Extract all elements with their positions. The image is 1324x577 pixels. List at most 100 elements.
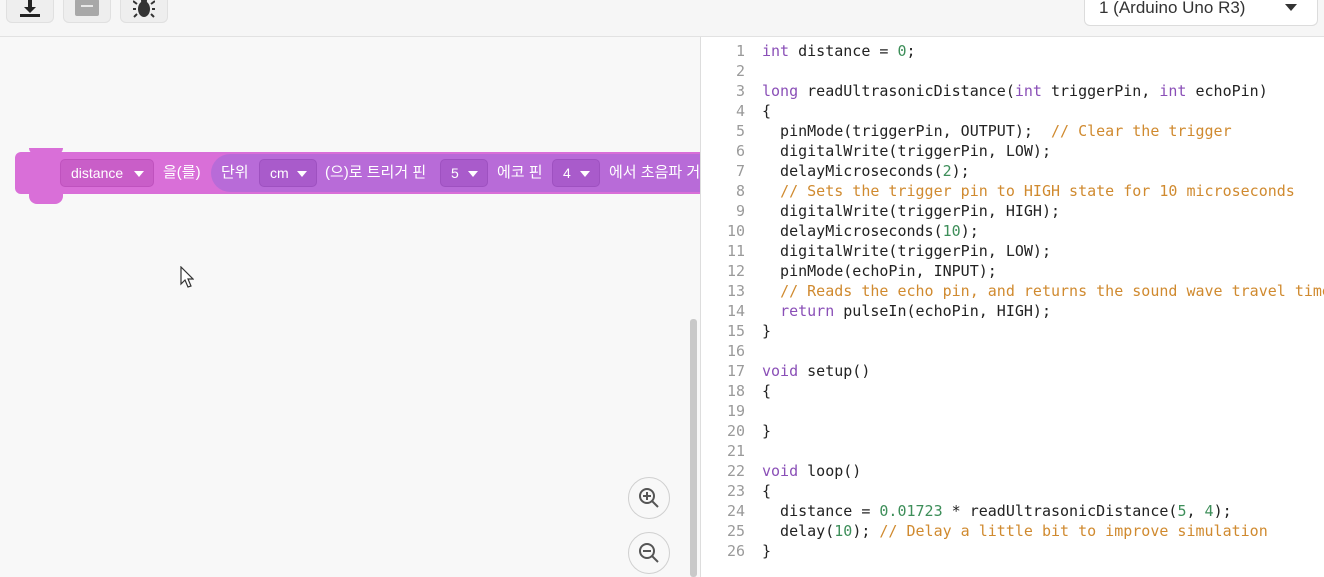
code-line[interactable]: 18 { (701, 381, 1324, 401)
code-line[interactable]: 23 { (701, 481, 1324, 501)
code-text: } (762, 542, 772, 560)
code-line[interactable]: 1 int distance = 0; (701, 41, 1324, 61)
code-line[interactable]: 20} (701, 421, 1324, 441)
code-line[interactable]: 19 (701, 401, 1324, 421)
code-text: pinMode(echoPin, INPUT); (762, 262, 997, 280)
code-line[interactable]: 8 // Sets the trigger pin to HIGH state … (701, 181, 1324, 201)
trigger-pin-value: 5 (451, 165, 459, 181)
code-line[interactable]: 21 (701, 441, 1324, 461)
unit-dropdown[interactable]: cm (259, 159, 317, 187)
zoom-in-icon (639, 488, 659, 508)
code-text: long readUltrasonicDistance(int triggerP… (762, 82, 1268, 100)
blocks-workspace[interactable]: distance 을(를) 단위 cm (으)로 트리거 핀 5 에코 핀 4 … (0, 37, 700, 577)
echo-pin-value: 4 (563, 165, 571, 181)
code-text: } (762, 422, 772, 440)
code-line[interactable]: 11 digitalWrite(triggerPin, LOW); (701, 241, 1324, 261)
code-text: { (762, 382, 772, 400)
debug-bug-icon (133, 0, 155, 18)
code-text: { (762, 482, 772, 500)
line-number: 20 (726, 422, 745, 440)
code-text: digitalWrite(triggerPin, LOW); (762, 242, 1051, 260)
line-number: 3 (735, 82, 745, 100)
dropdown-caret-icon (297, 171, 307, 177)
block-notch-top (29, 148, 63, 154)
code-line[interactable]: 13 // Reads the echo pin, and returns th… (701, 281, 1324, 301)
code-text: distance = 0.01723 * readUltrasonicDista… (762, 502, 1232, 520)
code-line[interactable]: 10 delayMicroseconds(10); (701, 221, 1324, 241)
zoom-out-button[interactable] (628, 532, 670, 574)
device-select-value: 1 (Arduino Uno R3) (1099, 0, 1246, 17)
line-number: 10 (726, 222, 745, 240)
to-label: 을(를) (163, 164, 201, 181)
code-line[interactable]: 2 (701, 61, 1324, 81)
code-text: delayMicroseconds(2); (762, 162, 970, 180)
ultrasonic-distance-block[interactable]: 단위 cm (으)로 트리거 핀 5 에코 핀 4 에서 초음파 거 (211, 154, 700, 192)
chevron-down-icon (1285, 4, 1297, 11)
trigger-pin-dropdown[interactable]: 5 (440, 159, 488, 187)
code-line[interactable]: 15} (701, 321, 1324, 341)
variable-dropdown-value: distance (71, 165, 124, 181)
code-line[interactable]: 12 pinMode(echoPin, INPUT); (701, 261, 1324, 281)
code-line[interactable]: 16 (701, 341, 1324, 361)
line-number: 19 (726, 402, 745, 420)
download-icon (20, 0, 40, 17)
code-text: delayMicroseconds(10); (762, 222, 979, 240)
code-line[interactable]: 3 long readUltrasonicDistance(int trigger… (701, 81, 1324, 101)
code-line[interactable]: 5 pinMode(triggerPin, OUTPUT); // Clear … (701, 121, 1324, 141)
echo-pin-dropdown[interactable]: 4 (552, 159, 600, 187)
line-number: 1 (735, 42, 745, 60)
line-number: 25 (726, 522, 745, 540)
code-line[interactable]: 25 delay(10); // Delay a little bit to i… (701, 521, 1324, 541)
library-icon (75, 0, 99, 16)
code-text: pinMode(triggerPin, OUTPUT); // Clear th… (762, 122, 1232, 140)
zoom-in-button[interactable] (628, 477, 670, 519)
trigger-pin-label: (으)로 트리거 핀 (325, 164, 427, 181)
code-text: // Sets the trigger pin to HIGH state fo… (780, 182, 1295, 200)
code-text: void loop() (762, 462, 862, 480)
line-number: 11 (726, 242, 745, 260)
line-number: 13 (726, 282, 745, 300)
code-line[interactable]: 4{ (701, 101, 1324, 121)
line-number: 9 (735, 202, 745, 220)
code-line[interactable]: 17 void setup() (701, 361, 1324, 381)
toolbar: 1 (Arduino Uno R3) (0, 0, 1324, 37)
code-text: delay(10); // Delay a little bit to impr… (762, 522, 1268, 540)
line-number: 23 (726, 482, 745, 500)
line-number: 14 (726, 302, 745, 320)
code-line[interactable]: 14 return pulseIn(echoPin, HIGH); (701, 301, 1324, 321)
download-button[interactable] (6, 0, 54, 23)
line-number: 2 (735, 62, 745, 80)
device-select[interactable]: 1 (Arduino Uno R3) (1084, 0, 1318, 26)
set-variable-block[interactable]: distance 을(를) 단위 cm (으)로 트리거 핀 5 에코 핀 4 … (15, 148, 700, 204)
library-button[interactable] (63, 0, 111, 23)
line-number: 8 (735, 182, 745, 200)
code-text: int distance = 0; (762, 42, 916, 60)
code-line[interactable]: 22 void loop() (701, 461, 1324, 481)
line-number: 15 (726, 322, 745, 340)
line-number: 26 (726, 542, 745, 560)
code-text: digitalWrite(triggerPin, LOW); (762, 142, 1051, 160)
code-text: { (762, 102, 772, 120)
dropdown-caret-icon (468, 171, 478, 177)
code-text: // Reads the echo pin, and returns the s… (780, 282, 1324, 300)
debugger-button[interactable] (120, 0, 168, 23)
line-number: 16 (726, 342, 745, 360)
line-number: 18 (726, 382, 745, 400)
variable-dropdown[interactable]: distance (60, 159, 154, 187)
echo-pin-label: 에코 핀 (497, 164, 543, 181)
code-line[interactable]: 6 digitalWrite(triggerPin, LOW); (701, 141, 1324, 161)
ultrasonic-label: 에서 초음파 거 (609, 164, 700, 181)
code-text: void setup() (762, 362, 871, 380)
workspace-scrollbar[interactable] (690, 319, 697, 577)
code-line[interactable]: 24 distance = 0.01723 * readUltrasonicDi… (701, 501, 1324, 521)
dropdown-caret-icon (580, 171, 590, 177)
code-line[interactable]: 7 delayMicroseconds(2); (701, 161, 1324, 181)
line-number: 4 (735, 102, 745, 120)
code-editor[interactable]: 1 int distance = 0; 2 3 long readUltrasonicD… (700, 37, 1324, 577)
line-number: 22 (726, 462, 745, 480)
code-line[interactable]: 26} (701, 541, 1324, 561)
line-number: 12 (726, 262, 745, 280)
code-line[interactable]: 9 digitalWrite(triggerPin, HIGH); (701, 201, 1324, 221)
dropdown-caret-icon (134, 171, 144, 177)
code-text: return pulseIn(echoPin, HIGH); (780, 302, 1051, 320)
